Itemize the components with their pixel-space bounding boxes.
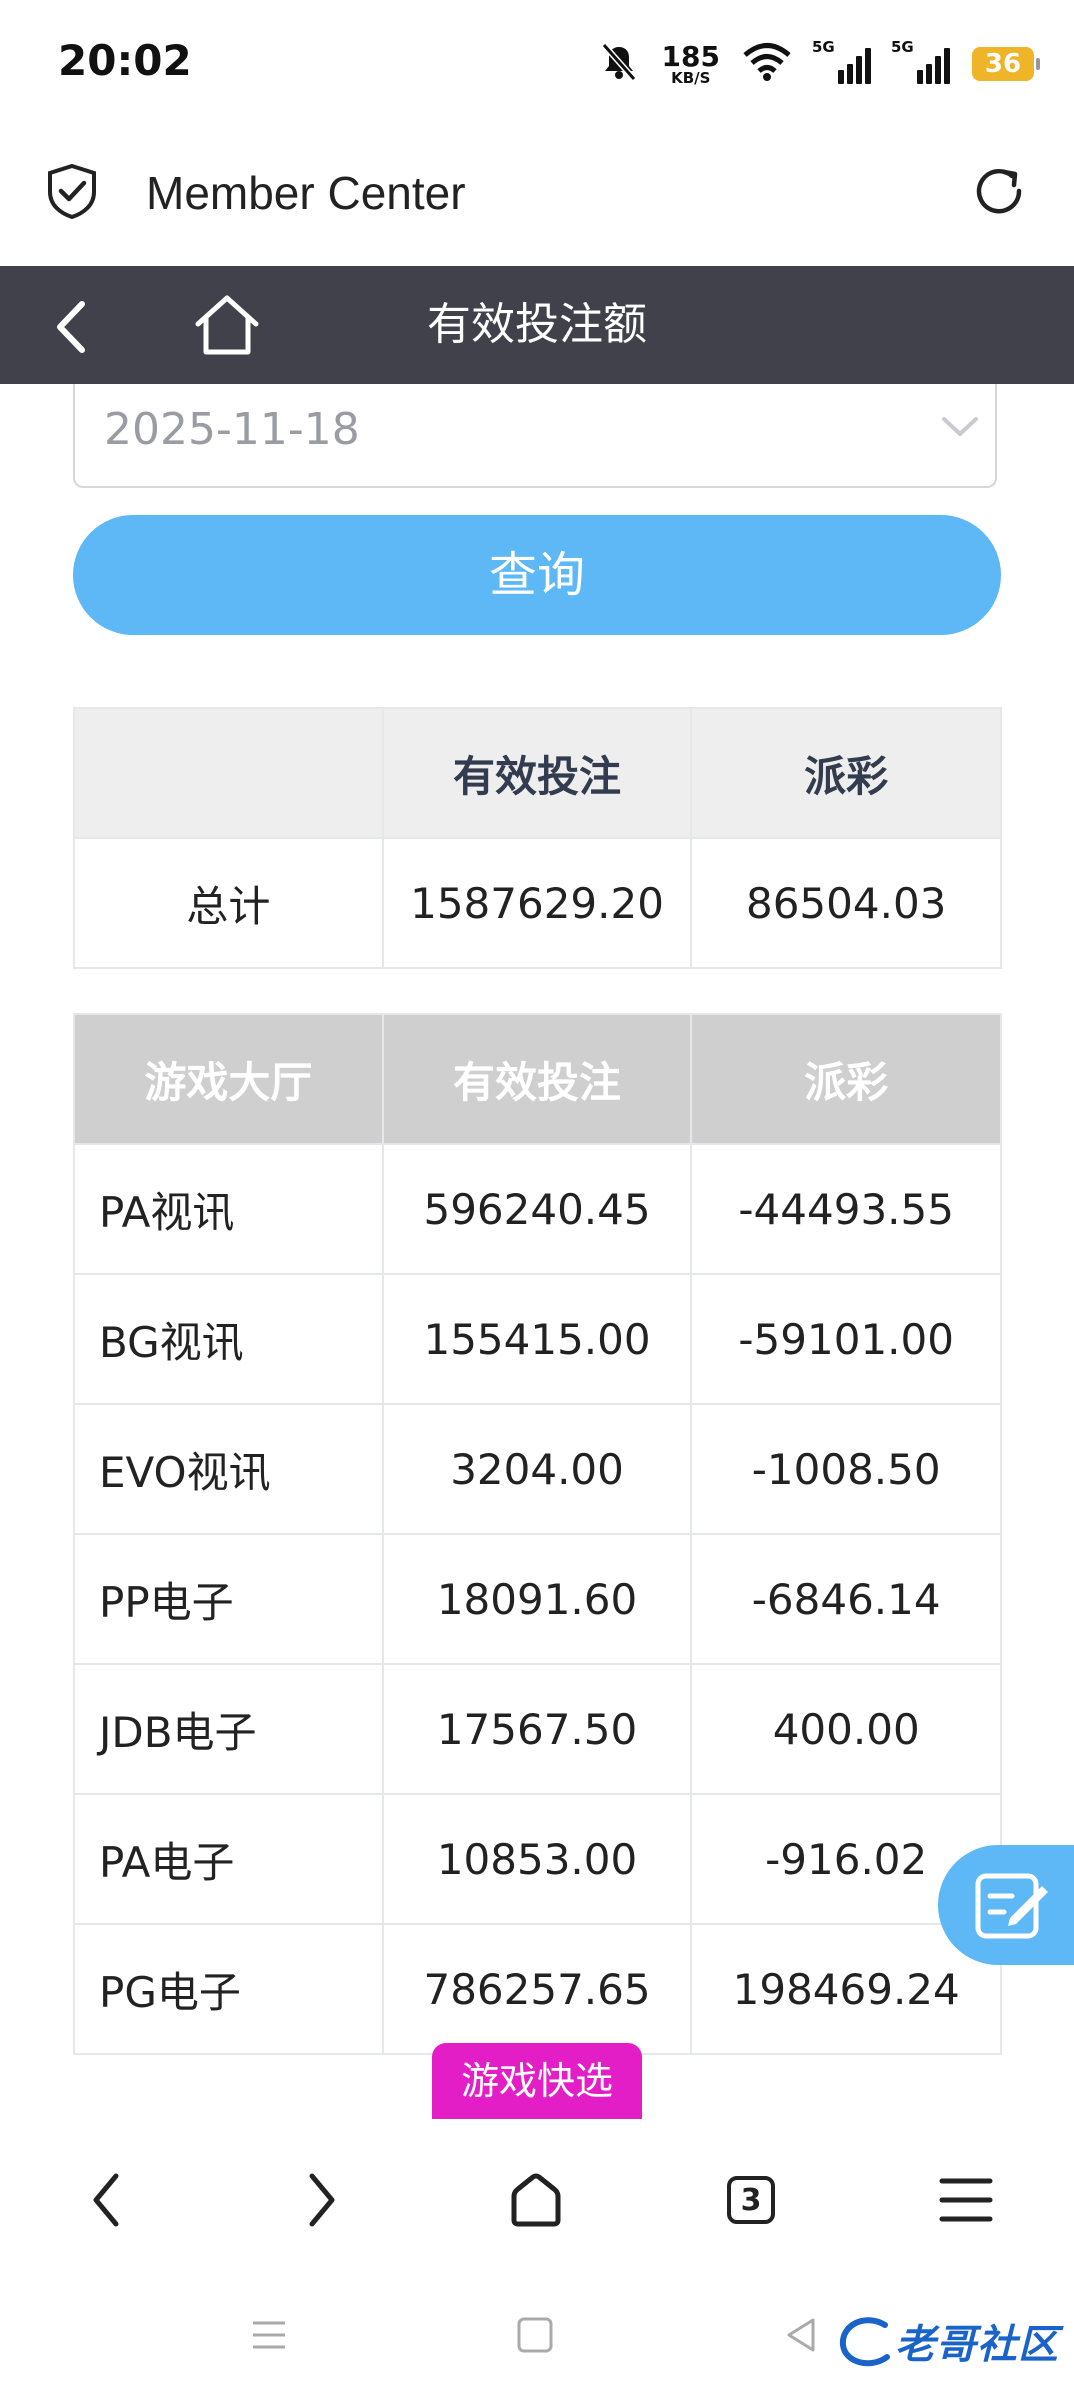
table-row: PA视讯 596240.45 -44493.55 [73, 1143, 1002, 1275]
hall-name: PG电子 [73, 1923, 384, 2055]
browser-home-button[interactable] [496, 2160, 576, 2240]
valid-bet-value: 17567.50 [381, 1663, 693, 1795]
valid-bet-value: 155415.00 [381, 1273, 693, 1405]
browser-back-button[interactable] [66, 2160, 146, 2240]
game-hall-header-row: 游戏大厅 有效投注 派彩 [73, 1013, 1002, 1145]
hall-name: PA电子 [73, 1793, 384, 1925]
hall-name: EVO视讯 [73, 1403, 384, 1535]
status-clock: 20:02 [58, 36, 192, 85]
summary-total-row: 总计 1587629.20 86504.03 [73, 837, 1002, 969]
header-valid-bet: 有效投注 [381, 1013, 693, 1145]
summary-header-empty [73, 707, 384, 839]
status-icons: 185 KB/S 5G 5G 36 [598, 34, 1040, 94]
dragon-logo-icon [839, 2317, 890, 2367]
valid-bet-value: 596240.45 [381, 1143, 693, 1275]
hall-name: JDB电子 [73, 1663, 384, 1795]
chevron-down-icon [940, 414, 980, 444]
hall-name: PA视讯 [73, 1143, 384, 1275]
header-game-hall: 游戏大厅 [73, 1013, 384, 1145]
network-speed: 185 KB/S [661, 39, 720, 87]
watermark-text: 老哥社区 [895, 2322, 1059, 2368]
reload-icon[interactable] [970, 162, 1028, 224]
table-row: JDB电子 17567.50 400.00 [73, 1663, 1002, 1795]
payout-value: 400.00 [690, 1663, 1002, 1795]
game-hall-table: 游戏大厅 有效投注 派彩 PA视讯 596240.45 -44493.55 BG… [73, 1013, 1002, 2055]
table-row: EVO视讯 3204.00 -1008.50 [73, 1403, 1002, 1535]
table-row: PG电子 786257.65 198469.24 [73, 1923, 1002, 2055]
valid-bet-value: 3204.00 [381, 1403, 693, 1535]
header-payout: 派彩 [690, 1013, 1002, 1145]
browser-forward-button[interactable] [282, 2160, 362, 2240]
payout-value: -6846.14 [690, 1533, 1002, 1665]
summary-table: 有效投注 派彩 总计 1587629.20 86504.03 [73, 707, 1002, 969]
hall-name: PP电子 [73, 1533, 384, 1665]
wifi-icon [742, 42, 792, 86]
valid-bet-value: 786257.65 [381, 1923, 693, 2055]
battery-icon: 36 [972, 47, 1040, 81]
home-icon [511, 2173, 561, 2227]
summary-total-valid-bet: 1587629.20 [381, 837, 693, 969]
square-icon [517, 2317, 553, 2353]
chevron-right-icon [309, 2173, 335, 2227]
network-speed-unit: KB/S [671, 68, 711, 87]
query-button[interactable]: 查询 [73, 515, 1001, 635]
signal-icon-1: 5G [812, 38, 871, 84]
summary-total-payout: 86504.03 [690, 837, 1002, 969]
table-row: PA电子 10853.00 -916.02 [73, 1793, 1002, 1925]
shield-icon[interactable] [44, 162, 100, 224]
back-button[interactable] [40, 292, 110, 362]
signal-icon-2: 5G [891, 38, 950, 84]
system-home-button[interactable] [500, 2300, 570, 2370]
date-select-value: 2025-11-18 [104, 404, 360, 455]
recents-icon [253, 2321, 285, 2349]
game-quick-select-button[interactable]: 游戏快选 [432, 2043, 642, 2119]
home-button[interactable] [190, 290, 264, 360]
system-back-button[interactable] [766, 2300, 836, 2370]
browser-menu-button[interactable] [926, 2160, 1006, 2240]
edit-icon [972, 1866, 1052, 1948]
summary-header-valid-bet: 有效投注 [381, 707, 693, 839]
site-title: Member Center [146, 167, 466, 219]
summary-header-row: 有效投注 派彩 [73, 707, 1002, 839]
payout-value: -44493.55 [690, 1143, 1002, 1275]
valid-bet-value: 18091.60 [381, 1533, 693, 1665]
battery-level: 36 [984, 49, 1022, 79]
table-row: PP电子 18091.60 -6846.14 [73, 1533, 1002, 1665]
payout-value: -1008.50 [690, 1403, 1002, 1535]
payout-value: -59101.00 [690, 1273, 1002, 1405]
tab-count: 3 [727, 2176, 775, 2224]
page-title: 有效投注额 [427, 299, 647, 350]
watermark-logo: 老哥社区 [835, 2296, 1059, 2386]
chevron-left-icon [93, 2173, 119, 2227]
menu-icon [939, 2178, 993, 2222]
summary-header-payout: 派彩 [690, 707, 1002, 839]
chevron-left-icon [57, 301, 85, 353]
signal-label-1: 5G [812, 38, 835, 56]
valid-bet-value: 10853.00 [381, 1793, 693, 1925]
triangle-back-icon [787, 2318, 815, 2352]
hall-name: BG视讯 [73, 1273, 384, 1405]
browser-tabs-button[interactable]: 3 [711, 2160, 791, 2240]
home-icon [195, 295, 259, 355]
signal-label-2: 5G [891, 38, 914, 56]
network-speed-value: 185 [661, 39, 720, 73]
system-recents-button[interactable] [234, 2300, 304, 2370]
summary-total-label: 总计 [73, 837, 384, 969]
table-row: BG视讯 155415.00 -59101.00 [73, 1273, 1002, 1405]
mute-icon [598, 41, 640, 87]
